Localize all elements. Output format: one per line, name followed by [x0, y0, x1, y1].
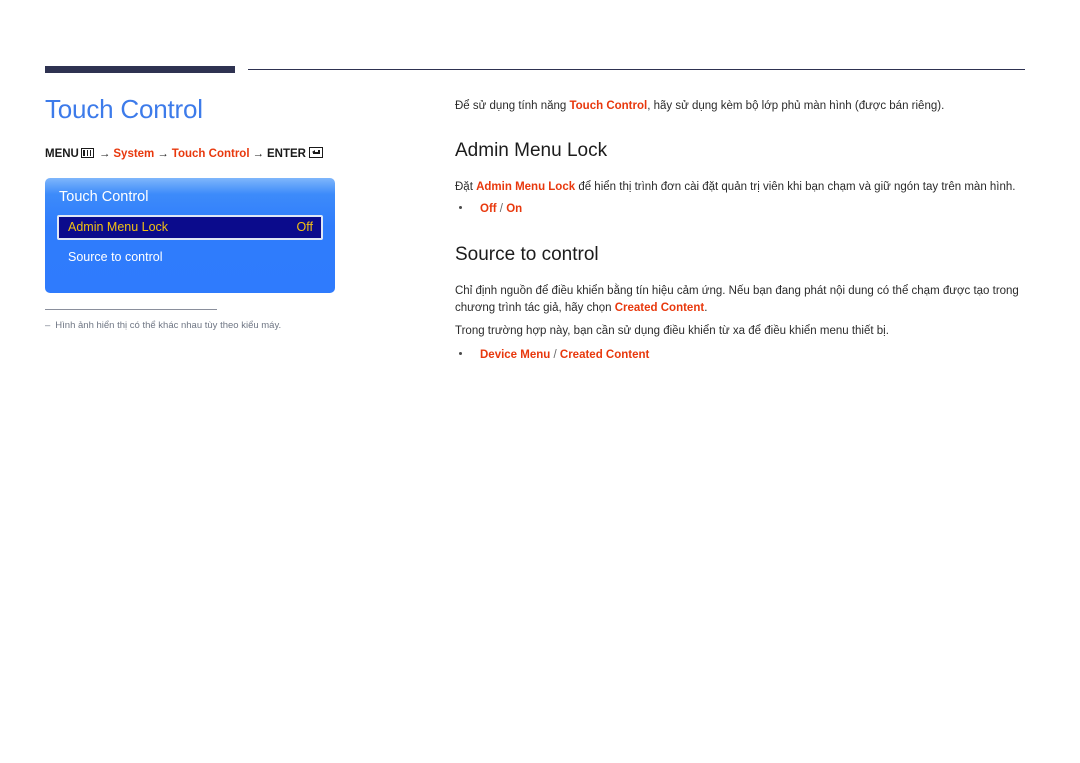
osd-row-label: Source to control	[68, 249, 163, 264]
admin-text-before: Đặt	[455, 180, 477, 193]
right-column: Để sử dụng tính năng Touch Control, hãy …	[455, 98, 1025, 364]
bullet-dot-icon	[459, 352, 462, 356]
admin-highlight-term: Admin Menu Lock	[476, 180, 576, 193]
footnote-dash: –	[45, 320, 51, 332]
page-title: Touch Control	[45, 94, 203, 124]
osd-row-label: Admin Menu Lock	[68, 220, 169, 235]
source-to-control-paragraph-2: Trong trường hợp này, bạn cần sử dụng đi…	[455, 325, 889, 338]
footnote-body: Hình ảnh hiển thị có thể khác nhau tùy t…	[55, 320, 282, 332]
option-created-content[interactable]: Created Content	[560, 349, 649, 361]
header-rule-thin	[248, 69, 1025, 70]
option-separator: /	[550, 349, 560, 362]
header-rules	[45, 66, 1025, 74]
footnote: – Hình ảnh hiển thị có thể khác nhau tùy …	[45, 309, 335, 332]
option-device-menu[interactable]: Device Menu	[480, 349, 550, 361]
osd-row-admin-menu-lock[interactable]: Admin Menu Lock Off	[57, 214, 323, 240]
breadcrumb-item-system[interactable]: System	[113, 148, 154, 160]
breadcrumb-arrow-2: →	[157, 147, 169, 160]
osd-panel-title: Touch Control	[59, 189, 149, 206]
section-heading-admin-menu-lock: Admin Menu Lock	[455, 139, 608, 161]
bullet-dot-icon	[459, 206, 462, 210]
admin-menu-lock-paragraph: Đặt Admin Menu Lock để hiển thị trình đơ…	[455, 179, 1025, 197]
source-highlight-created-content: Created Content	[614, 302, 705, 315]
left-column: Touch Control MENU → System → Touch Control →…	[45, 94, 420, 333]
menu-grid-icon	[80, 147, 94, 158]
admin-menu-lock-options: Off / On	[455, 200, 1025, 218]
intro-highlight-touch-control: Touch Control	[569, 100, 648, 112]
intro-text-before: Để sử dụng tính năng	[455, 100, 570, 112]
footnote-text: – Hình ảnh hiển thị có thể khác nhau tùy …	[45, 319, 335, 332]
osd-row-source-to-control[interactable]: Source to control	[57, 248, 323, 266]
option-separator: /	[496, 203, 507, 216]
intro-paragraph: Để sử dụng tính năng Touch Control, hãy …	[455, 98, 1025, 116]
osd-menu-panel: Touch Control Admin Menu Lock Off Source…	[45, 178, 335, 294]
breadcrumb-arrow-3: →	[252, 147, 265, 160]
source-text-after: .	[704, 302, 708, 315]
enter-key-icon	[309, 146, 323, 158]
breadcrumb-item-touch-control[interactable]: Touch Control	[172, 148, 250, 160]
breadcrumb-menu-label: MENU	[45, 147, 79, 160]
intro-text-after: , hãy sử dụng kèm bộ lớp phủ màn hình (đ…	[647, 100, 945, 112]
source-text-before: Chỉ định nguồn để điều khiển bằng tín hi…	[455, 284, 1019, 315]
source-to-control-paragraph-1: Chỉ định nguồn để điều khiển bằng tín hi…	[455, 283, 1025, 319]
option-off[interactable]: Off	[480, 203, 497, 215]
footnote-divider	[45, 309, 217, 311]
header-rule-thick	[45, 66, 235, 73]
section-heading-source-to-control: Source to control	[455, 243, 599, 265]
source-to-control-options: Device Menu / Created Content	[455, 346, 1025, 364]
breadcrumb-enter-label: ENTER	[267, 147, 306, 160]
admin-text-after: để hiển thị trình đơn cài đặt quản trị v…	[575, 180, 1016, 193]
option-on[interactable]: On	[506, 203, 522, 215]
osd-row-value: Off	[296, 220, 313, 235]
breadcrumb-arrow-1: →	[98, 147, 111, 160]
breadcrumb: MENU → System → Touch Control → ENTER	[45, 146, 420, 161]
